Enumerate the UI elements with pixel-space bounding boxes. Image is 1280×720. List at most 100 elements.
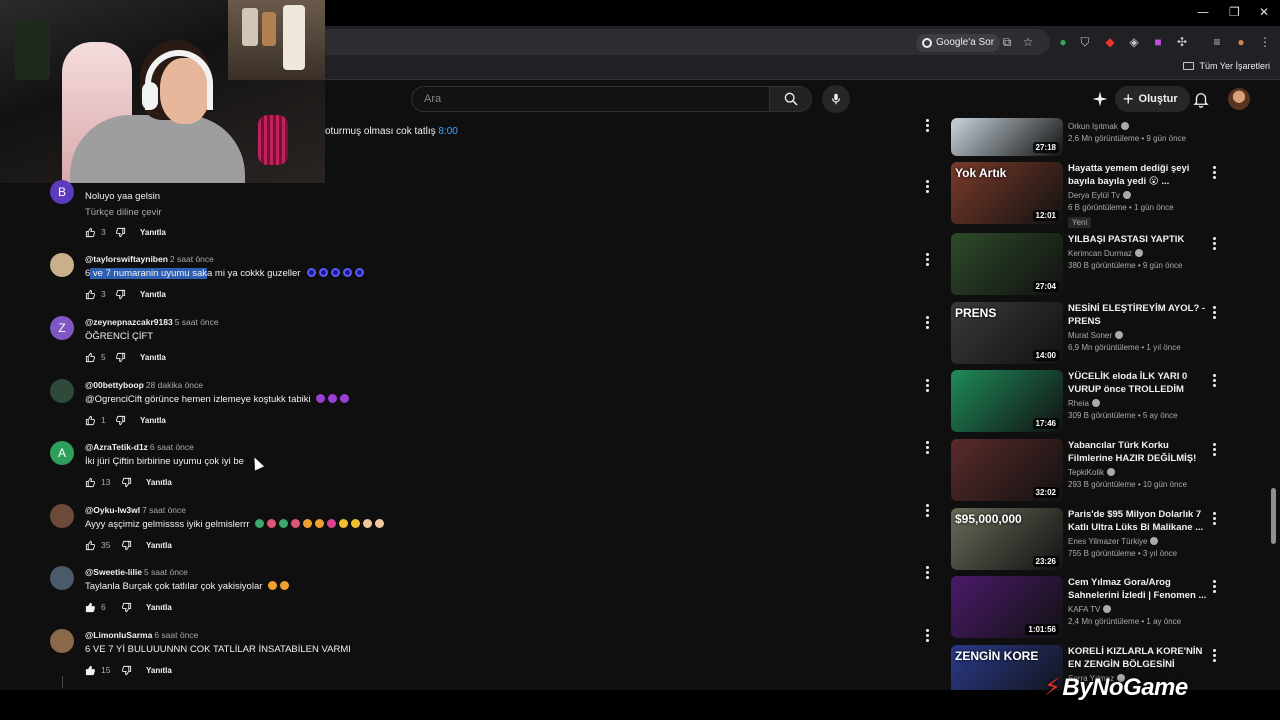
channel-name[interactable]: Murat Soner <box>1068 331 1208 340</box>
comment-menu-icon[interactable] <box>926 441 930 455</box>
recommended-video[interactable]: 32:02 Yabancılar Türk Korku Filmlerine HA… <box>951 439 1221 501</box>
comment-avatar[interactable] <box>50 504 74 528</box>
translate-link[interactable]: Türkçe diline çevir <box>85 207 865 218</box>
channel-name[interactable]: TepkiKolik <box>1068 468 1208 477</box>
comment-author[interactable]: @Oyku-lw3wl <box>85 505 140 515</box>
comment-author[interactable]: @Sweetie-lilie <box>85 567 142 577</box>
dislike-icon[interactable] <box>115 289 126 300</box>
comment-menu-icon[interactable] <box>926 253 930 267</box>
video-menu-icon[interactable] <box>1213 237 1217 251</box>
like-icon[interactable] <box>85 352 96 363</box>
video-thumbnail[interactable]: 27:18 <box>951 118 1063 156</box>
video-menu-icon[interactable] <box>1213 649 1217 663</box>
minimize-icon[interactable]: — <box>1197 5 1209 19</box>
video-thumbnail[interactable]: 32:02 <box>951 439 1063 501</box>
comment-time[interactable]: 7 saat önce <box>142 505 186 515</box>
video-thumbnail[interactable]: $95,000,000 23:26 <box>951 508 1063 570</box>
dislike-icon[interactable] <box>115 227 126 238</box>
comment-author[interactable]: @00bettyboop <box>85 380 144 390</box>
reply-button[interactable]: Yanıtla <box>140 228 166 237</box>
like-icon[interactable] <box>85 477 96 488</box>
video-menu-icon[interactable] <box>1213 374 1217 388</box>
video-thumbnail[interactable]: 17:46 <box>951 370 1063 432</box>
recommended-video[interactable]: 1:01:56 Cem Yılmaz Gora/Arog Sahnelerini … <box>951 576 1221 638</box>
menu-dots-icon[interactable]: ⋮ <box>1258 35 1272 49</box>
comment-avatar[interactable] <box>50 379 74 403</box>
comment-avatar[interactable] <box>50 629 74 653</box>
reply-button[interactable]: Yanıtla <box>146 603 172 612</box>
dislike-icon[interactable] <box>121 477 132 488</box>
comment-time[interactable]: 28 dakika önce <box>146 380 203 390</box>
comment-avatar[interactable] <box>50 253 74 277</box>
reply-button[interactable]: Yanıtla <box>146 541 172 550</box>
recommended-video[interactable]: 27:04 YILBAŞI PASTASI YAPTIK Kerimcan Durm… <box>951 233 1221 295</box>
channel-name[interactable]: Kerimcan Durmaz <box>1068 249 1208 258</box>
account-avatar[interactable] <box>1228 88 1250 110</box>
recommended-video[interactable]: 17:46 YÜCELİK eloda İLK YARI 0 VURUP önce… <box>951 370 1221 432</box>
like-icon[interactable] <box>85 602 96 613</box>
reply-button[interactable]: Yanıtla <box>146 666 172 675</box>
restore-icon[interactable]: ❐ <box>1229 5 1240 19</box>
recommended-video[interactable]: $95,000,000 23:26 Paris'de $95 Milyon Dola… <box>951 508 1221 570</box>
comment-avatar[interactable]: B <box>50 180 74 204</box>
comment-menu-icon[interactable] <box>926 180 930 194</box>
like-icon[interactable] <box>85 540 96 551</box>
comment-author[interactable]: @zeynepnazcakr9183 <box>85 317 173 327</box>
comment-author[interactable]: @AzraTetik-d1z <box>85 442 148 452</box>
video-thumbnail[interactable]: Yok Artık 12:01 <box>951 162 1063 224</box>
video-menu-icon[interactable] <box>1213 443 1217 457</box>
profile-icon[interactable]: ● <box>1234 35 1248 49</box>
extension-icon[interactable]: ● <box>1056 35 1070 49</box>
comment-avatar[interactable]: Z <box>50 316 74 340</box>
video-title[interactable]: Paris'de $95 Milyon Dolarlık 7 Katlı Ult… <box>1068 508 1208 534</box>
reply-button[interactable]: Yanıtla <box>146 478 172 487</box>
comment-menu-icon[interactable] <box>926 504 930 518</box>
like-icon[interactable] <box>85 289 96 300</box>
comment-menu-icon[interactable] <box>926 566 930 580</box>
scrollbar-track[interactable] <box>1270 118 1276 690</box>
like-icon[interactable] <box>85 665 96 676</box>
comment-avatar[interactable] <box>50 566 74 590</box>
comment-time[interactable]: 2 saat önce <box>170 254 214 264</box>
video-title[interactable]: Cem Yılmaz Gora/Arog Sahnelerini İzledi … <box>1068 576 1208 602</box>
voice-search-button[interactable] <box>822 85 850 113</box>
all-bookmarks[interactable]: Tüm Yer İşaretleri <box>1183 61 1270 71</box>
scrollbar-thumb[interactable] <box>1271 488 1276 544</box>
comment-time[interactable]: 6 saat önce <box>154 630 198 640</box>
like-icon[interactable] <box>85 227 96 238</box>
comment-author[interactable]: @LimonluSarma <box>85 630 152 640</box>
comment-time[interactable]: 5 saat önce <box>144 567 188 577</box>
video-menu-icon[interactable] <box>1213 512 1217 526</box>
reading-list-icon[interactable]: ≡ <box>1210 35 1224 49</box>
video-menu-icon[interactable] <box>1213 580 1217 594</box>
gemini-sparkle-icon[interactable] <box>1091 90 1109 108</box>
recommended-video[interactable]: PRENS 14:00 NESİNİ ELEŞTİREYİM AYOL? - PRE… <box>951 302 1221 364</box>
bookmark-star-icon[interactable]: ☆ <box>1021 35 1035 49</box>
google-sor-button[interactable]: Google'a Sor <box>916 34 1001 52</box>
search-button[interactable] <box>770 86 812 112</box>
video-title[interactable]: Yabancılar Türk Korku Filmlerine HAZIR D… <box>1068 439 1208 465</box>
shield-icon[interactable]: ⛉ <box>1078 35 1092 49</box>
video-title[interactable]: Hayatta yemem dediği şeyi bayıla bayıla … <box>1068 162 1208 188</box>
channel-name[interactable]: Rheia <box>1068 399 1208 408</box>
install-icon[interactable]: ⧉ <box>1000 35 1014 49</box>
extension-purple-icon[interactable]: ■ <box>1151 35 1165 49</box>
timestamp-link[interactable]: 8:00 <box>438 126 457 137</box>
channel-name[interactable]: KAFA TV <box>1068 605 1208 614</box>
recommended-video[interactable]: Yok Artık 12:01 Hayatta yemem dediği şeyi … <box>951 162 1221 228</box>
comment-author[interactable]: @taylorswiftayniben <box>85 254 168 264</box>
channel-name[interactable]: Enes Yilmazer Türkiye <box>1068 537 1208 546</box>
video-title[interactable]: YILBAŞI PASTASI YAPTIK <box>1068 233 1208 246</box>
comment-menu-icon[interactable] <box>926 119 930 133</box>
puzzle-icon[interactable]: ✣ <box>1175 35 1189 49</box>
video-menu-icon[interactable] <box>1213 166 1217 180</box>
reply-button[interactable]: Yanıtla <box>140 353 166 362</box>
video-title[interactable]: NESİNİ ELEŞTİREYİM AYOL? - PRENS <box>1068 302 1208 328</box>
comment-menu-icon[interactable] <box>926 379 930 393</box>
dislike-icon[interactable] <box>115 415 126 426</box>
video-thumbnail[interactable]: PRENS 14:00 <box>951 302 1063 364</box>
video-title[interactable]: YÜCELİK eloda İLK YARI 0 VURUP önce TROL… <box>1068 370 1208 396</box>
dislike-icon[interactable] <box>121 602 132 613</box>
video-menu-icon[interactable] <box>1213 306 1217 320</box>
search-input[interactable] <box>412 87 769 111</box>
